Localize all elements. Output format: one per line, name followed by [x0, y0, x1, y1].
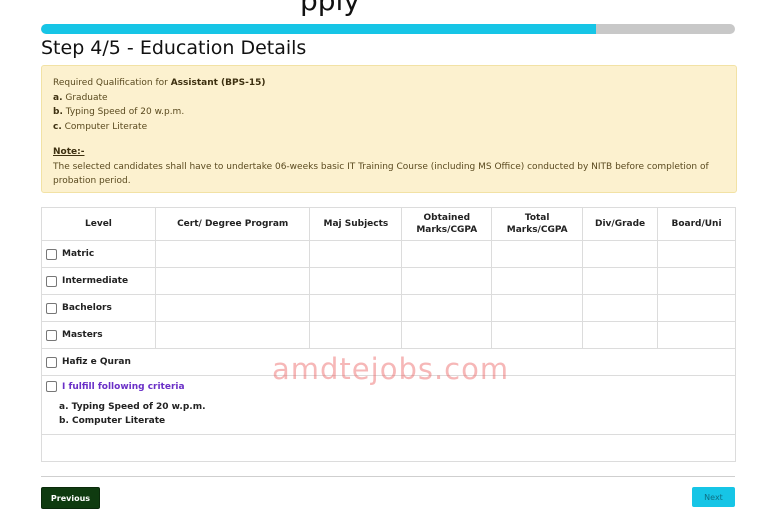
- degree-cell[interactable]: [154, 294, 311, 322]
- column-header: Obtained Marks/CGPA: [401, 207, 493, 241]
- total-marks-cell[interactable]: [491, 240, 584, 268]
- level-label: Masters: [62, 330, 103, 340]
- total-marks-cell[interactable]: [491, 294, 584, 322]
- degree-cell[interactable]: [154, 240, 311, 268]
- next-button[interactable]: Next: [692, 487, 735, 507]
- obtained-marks-cell[interactable]: [401, 321, 493, 349]
- subjects-cell[interactable]: [309, 294, 403, 322]
- criteria-label: I fulfill following criteria: [62, 381, 185, 392]
- board-cell[interactable]: [657, 240, 736, 268]
- subjects-cell[interactable]: [309, 267, 403, 295]
- grade-cell[interactable]: [582, 321, 659, 349]
- page-heading-cropped: pply: [300, 0, 360, 17]
- qualification-line: Required Qualification for Assistant (BP…: [53, 76, 725, 91]
- note-text: The selected candidates shall have to un…: [53, 161, 709, 187]
- column-header: Maj Subjects: [309, 207, 403, 241]
- criteria-list: a. Typing Speed of 20 w.p.m. b. Computer…: [59, 400, 731, 428]
- qualification-position: Assistant (BPS-15): [170, 78, 266, 88]
- grade-cell[interactable]: [582, 294, 659, 322]
- column-header: Div/Grade: [582, 207, 659, 241]
- bachelors-checkbox[interactable]: [46, 302, 57, 314]
- table-row: Matric: [41, 240, 736, 268]
- education-table: Level Cert/ Degree Program Maj Subjects …: [41, 207, 736, 462]
- column-header: Cert/ Degree Program: [154, 207, 311, 241]
- divider: [41, 476, 735, 477]
- previous-button[interactable]: Previous: [41, 487, 100, 509]
- level-label: Intermediate: [62, 276, 129, 286]
- watermark-text: amdtejobs.com: [272, 352, 510, 386]
- grade-cell[interactable]: [582, 240, 659, 268]
- table-row: [41, 434, 736, 462]
- requirement-item: b. Typing Speed of 20 w.p.m.: [53, 107, 185, 117]
- criteria-item: b. Computer Literate: [59, 416, 166, 426]
- progress-fill: [41, 24, 597, 34]
- grade-cell[interactable]: [582, 267, 659, 295]
- qualification-notice: Required Qualification for Assistant (BP…: [41, 65, 737, 193]
- level-label: Matric: [62, 249, 95, 259]
- table-row: Bachelors: [41, 294, 736, 322]
- table-row: Masters: [41, 321, 736, 349]
- degree-cell[interactable]: [154, 267, 311, 295]
- total-marks-cell[interactable]: [491, 321, 584, 349]
- step-title: Step 4/5 - Education Details: [41, 37, 307, 59]
- degree-cell[interactable]: [154, 321, 311, 349]
- note-label: Note:-: [53, 147, 85, 157]
- column-header: Total Marks/CGPA: [491, 207, 584, 241]
- table-header-row: Level Cert/ Degree Program Maj Subjects …: [41, 207, 736, 241]
- column-header: Level: [41, 207, 156, 241]
- obtained-marks-cell[interactable]: [401, 267, 493, 295]
- progress-bar: [41, 24, 735, 34]
- requirement-item: c. Computer Literate: [53, 121, 148, 132]
- board-cell[interactable]: [657, 321, 736, 349]
- obtained-marks-cell[interactable]: [401, 294, 493, 322]
- masters-checkbox[interactable]: [46, 329, 57, 341]
- column-header: Board/Uni: [657, 207, 736, 241]
- hafiz-label: Hafiz e Quran: [62, 357, 131, 367]
- matric-checkbox[interactable]: [46, 248, 57, 260]
- criteria-item: a. Typing Speed of 20 w.p.m.: [59, 402, 206, 412]
- requirement-item: a. Graduate: [53, 92, 108, 103]
- subjects-cell[interactable]: [309, 240, 403, 268]
- obtained-marks-cell[interactable]: [401, 240, 493, 268]
- board-cell[interactable]: [657, 294, 736, 322]
- criteria-checkbox[interactable]: [46, 381, 57, 392]
- level-label: Bachelors: [62, 303, 112, 313]
- subjects-cell[interactable]: [309, 321, 403, 349]
- qualification-intro: Required Qualification for: [53, 78, 171, 88]
- board-cell[interactable]: [657, 267, 736, 295]
- table-row: Intermediate: [41, 267, 736, 295]
- intermediate-checkbox[interactable]: [46, 275, 57, 287]
- hafiz-checkbox[interactable]: [46, 356, 57, 368]
- total-marks-cell[interactable]: [491, 267, 584, 295]
